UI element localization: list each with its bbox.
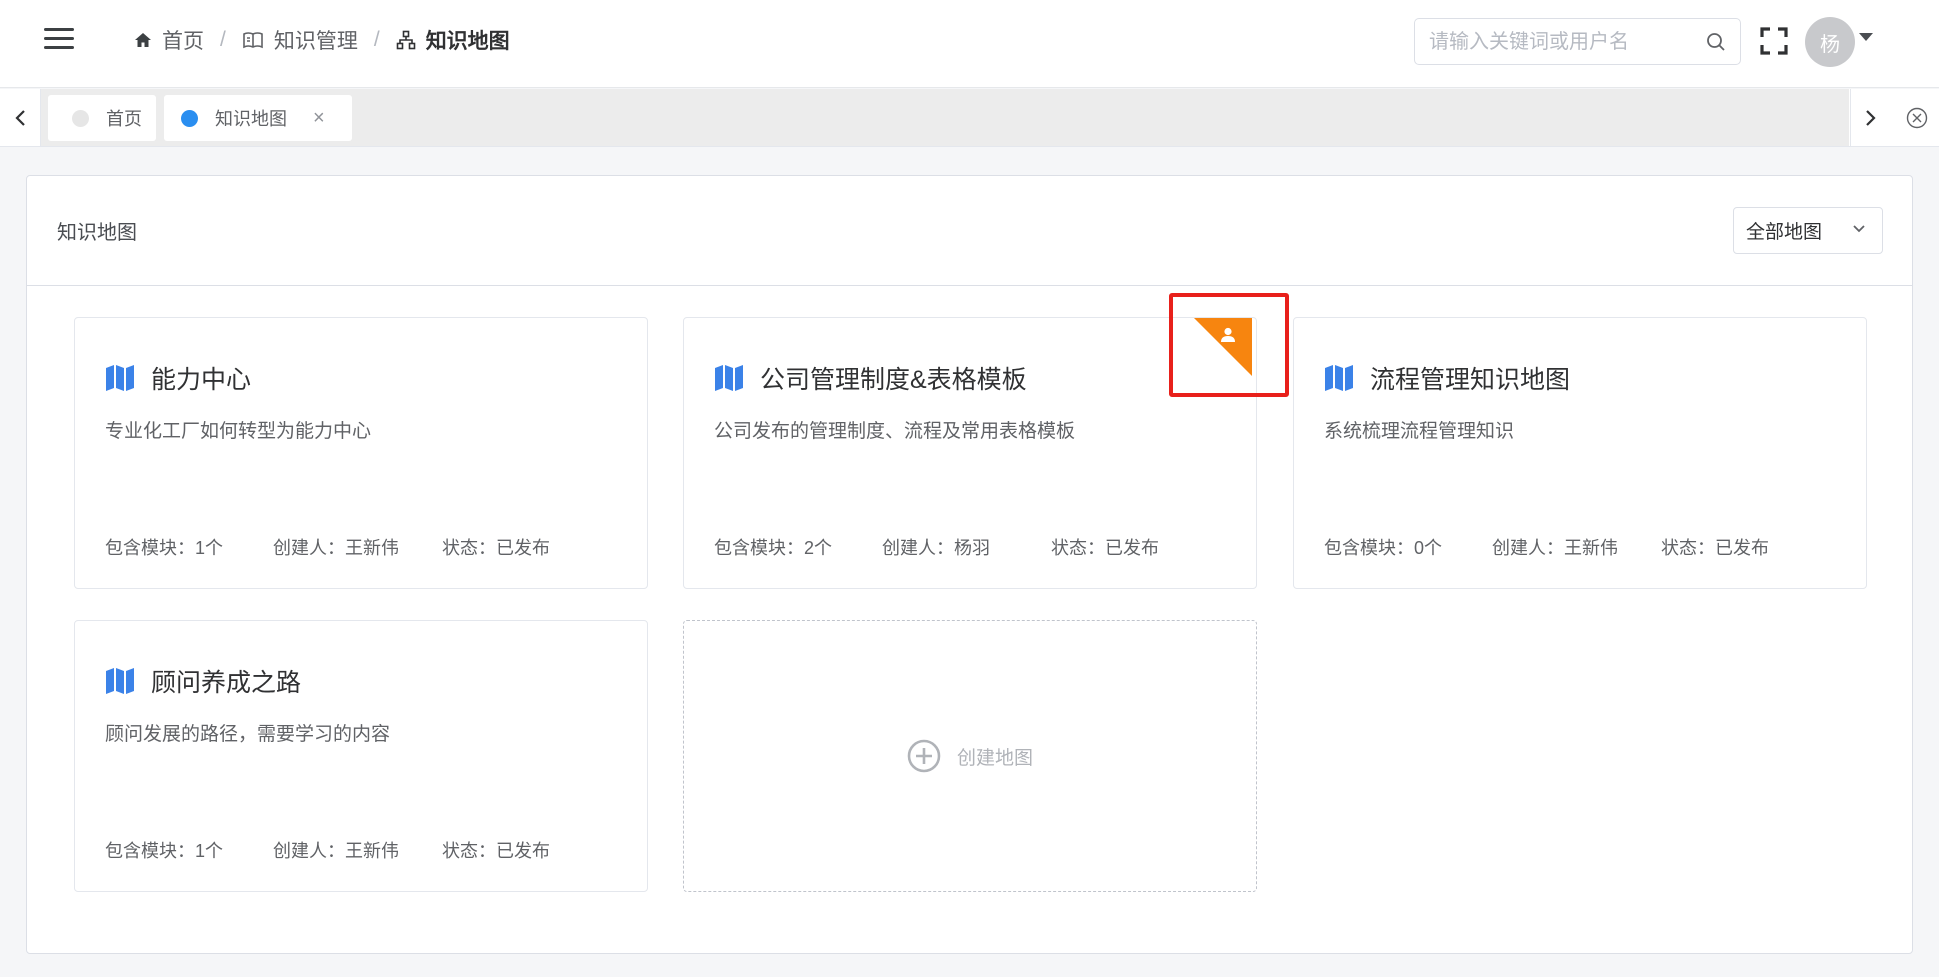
tab-home[interactable]: 首页 [48, 95, 156, 141]
breadcrumb: 首页 / 知识管理 / 知识地图 [134, 24, 510, 56]
card-status: 状态：已发布 [442, 841, 550, 861]
breadcrumb-separator: / [373, 28, 380, 51]
map-card[interactable]: 公司管理制度&表格模板 公司发布的管理制度、流程及常用表格模板 包含模块：2个 … [683, 317, 1257, 589]
card-description: 公司发布的管理制度、流程及常用表格模板 [714, 421, 1076, 442]
tab-close-icon[interactable]: × [313, 107, 325, 130]
card-meta: 包含模块：1个 创建人：王新伟 状态：已发布 [105, 837, 550, 863]
search-input[interactable] [1427, 19, 1701, 66]
card-status: 状态：已发布 [1661, 538, 1769, 558]
breadcrumb-label: 知识地图 [425, 30, 510, 53]
tab-label: 首页 [106, 109, 142, 129]
book-icon [243, 32, 263, 49]
avatar[interactable]: 杨 [1805, 17, 1855, 67]
map-icon [106, 365, 134, 391]
tabs-scroll-left-button[interactable] [0, 89, 41, 146]
caret-down-icon[interactable] [1859, 33, 1873, 41]
card-meta: 包含模块：2个 创建人：杨羽 状态：已发布 [714, 534, 1159, 560]
tabs-bar: 首页 知识地图 × [0, 89, 1939, 147]
panel-title: 知识地图 [57, 222, 137, 244]
card-title: 公司管理制度&表格模板 [714, 360, 1027, 396]
card-meta: 包含模块：0个 创建人：王新伟 状态：已发布 [1324, 534, 1769, 560]
search-icon[interactable] [1706, 32, 1726, 52]
card-description: 系统梳理流程管理知识 [1324, 421, 1515, 442]
breadcrumb-item-home[interactable]: 首页 [134, 25, 204, 55]
card-title: 流程管理知识地图 [1324, 360, 1570, 396]
map-icon [1325, 365, 1353, 391]
chevron-right-icon [1866, 109, 1876, 126]
select-value: 全部地图 [1746, 222, 1823, 243]
close-all-tabs-button[interactable] [1895, 89, 1939, 146]
user-icon [1221, 327, 1235, 342]
sitemap-icon [396, 30, 415, 50]
card-modules: 包含模块：1个 [105, 841, 224, 861]
tab-dot-icon [72, 109, 89, 127]
card-title: 顾问养成之路 [105, 663, 301, 699]
breadcrumb-label: 知识管理 [273, 30, 358, 53]
create-map-label: 创建地图 [956, 747, 1033, 769]
map-card[interactable]: 顾问养成之路 顾问发展的路径，需要学习的内容 包含模块：1个 创建人：王新伟 状… [74, 620, 648, 892]
home-icon [135, 33, 151, 47]
fullscreen-icon[interactable] [1760, 27, 1788, 55]
card-title-text: 公司管理制度&表格模板 [760, 366, 1027, 394]
tabs-track: 首页 知识地图 × [41, 89, 1849, 146]
breadcrumb-item-current: 知识地图 [396, 25, 510, 55]
map-icon [715, 365, 743, 391]
tabs-scroll-right-button[interactable] [1850, 89, 1891, 146]
card-creator: 创建人：王新伟 [1492, 538, 1618, 558]
chevron-down-icon [1853, 225, 1865, 233]
tab-dot-icon [181, 109, 198, 127]
breadcrumb-label: 首页 [162, 30, 204, 53]
card-title-text: 能力中心 [151, 366, 252, 394]
card-creator: 创建人：王新伟 [273, 538, 399, 558]
panel-header: 知识地图 全部地图 [27, 176, 1912, 286]
map-filter-select[interactable]: 全部地图 [1733, 207, 1883, 254]
card-title: 能力中心 [105, 360, 251, 396]
card-creator: 创建人：杨羽 [882, 538, 990, 558]
card-meta: 包含模块：1个 创建人：王新伟 状态：已发布 [105, 534, 550, 560]
create-map-button[interactable]: 创建地图 [683, 620, 1257, 892]
card-modules: 包含模块：2个 [714, 538, 833, 558]
tab-knowledge-map[interactable]: 知识地图 × [164, 95, 352, 141]
card-status: 状态：已发布 [1051, 538, 1159, 558]
breadcrumb-separator: / [220, 28, 226, 51]
card-creator: 创建人：王新伟 [273, 841, 399, 861]
card-modules: 包含模块：0个 [1324, 538, 1443, 558]
hamburger-menu-icon[interactable] [44, 28, 74, 52]
map-card[interactable]: 流程管理知识地图 系统梳理流程管理知识 包含模块：0个 创建人：王新伟 状态：已… [1293, 317, 1867, 589]
knowledge-map-panel: 知识地图 全部地图 能力中心 专业化工厂如何转型为能力中心 包含模块：1个 创建… [26, 175, 1913, 954]
top-header: 首页 / 知识管理 / 知识地图 杨 [0, 0, 1939, 88]
card-description: 顾问发展的路径，需要学习的内容 [105, 724, 391, 745]
plus-circle-icon [907, 739, 941, 773]
breadcrumb-item-knowledge[interactable]: 知识管理 [242, 25, 358, 55]
map-card[interactable]: 能力中心 专业化工厂如何转型为能力中心 包含模块：1个 创建人：王新伟 状态：已… [74, 317, 648, 589]
map-icon [106, 668, 134, 694]
close-circle-icon [1906, 107, 1928, 128]
card-title-text: 顾问养成之路 [151, 669, 302, 697]
card-modules: 包含模块：1个 [105, 538, 224, 558]
search-box [1414, 18, 1741, 66]
card-description: 专业化工厂如何转型为能力中心 [105, 421, 372, 442]
tab-label: 知识地图 [215, 109, 287, 129]
card-status: 状态：已发布 [442, 538, 550, 558]
chevron-left-icon [15, 109, 25, 126]
card-title-text: 流程管理知识地图 [1370, 366, 1571, 394]
